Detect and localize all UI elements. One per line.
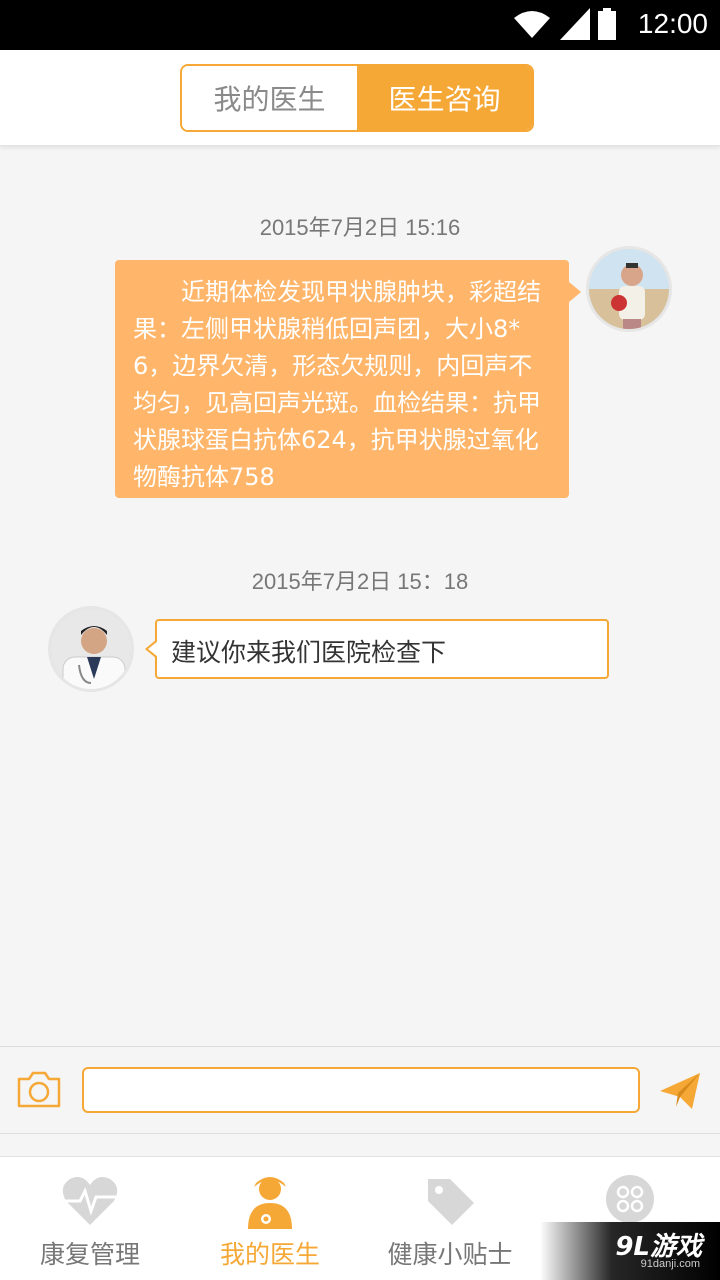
segmented-control: 我的医生 医生咨询 [180, 64, 534, 132]
doctor-avatar[interactable] [48, 606, 134, 692]
send-icon [660, 1073, 700, 1109]
signal-icon [560, 8, 590, 40]
send-button[interactable] [658, 1069, 702, 1113]
tab-health-tips[interactable]: 健康小贴士 [360, 1157, 540, 1280]
tab-rehab-management[interactable]: 康复管理 [0, 1157, 180, 1280]
tag-icon [428, 1179, 474, 1225]
command-icon [606, 1175, 654, 1223]
tab-my-doctor[interactable]: 我的医生 [182, 66, 357, 130]
camera-icon [17, 1071, 61, 1108]
outgoing-message-text: 近期体检发现甲状腺肿块，彩超结果：左侧甲状腺稍低回声团，大小8*6，边界欠清，形… [133, 278, 541, 491]
tab-label: 康复管理 [39, 1240, 140, 1269]
doctor-icon [248, 1177, 292, 1229]
status-icons [512, 8, 616, 40]
incoming-message-text: 建议你来我们医院检查下 [171, 638, 447, 667]
camera-button[interactable] [16, 1069, 62, 1109]
watermark: 9L游戏 91danji.com [540, 1222, 720, 1280]
status-time: 12:00 [637, 8, 708, 39]
battery-icon [598, 8, 616, 40]
tab-label: 健康小贴士 [387, 1240, 513, 1269]
tab-my-doctor-bottom[interactable]: 我的医生 [180, 1157, 360, 1280]
header: 我的医生 医生咨询 [0, 50, 720, 146]
wifi-icon [514, 11, 550, 38]
tab-doctor-consult[interactable]: 医生咨询 [357, 66, 532, 130]
message-timestamp: 2015年7月2日 15:16 [259, 215, 461, 240]
message-input-bar [0, 1046, 720, 1134]
status-bar: 12:00 [0, 0, 720, 50]
tab-label: 我的医生 [219, 1240, 320, 1269]
outgoing-message-bubble[interactable]: 近期体检发现甲状腺肿块，彩超结果：左侧甲状腺稍低回声团，大小8*6，边界欠清，形… [115, 260, 581, 498]
message-input[interactable] [82, 1067, 640, 1113]
watermark-url: 91danji.com [640, 1258, 700, 1270]
patient-avatar[interactable] [586, 246, 672, 332]
message-timestamp: 2015年7月2日 15：18 [251, 569, 469, 594]
incoming-message-bubble[interactable]: 建议你来我们医院检查下 [145, 619, 609, 679]
heartbeat-icon [62, 1177, 118, 1225]
